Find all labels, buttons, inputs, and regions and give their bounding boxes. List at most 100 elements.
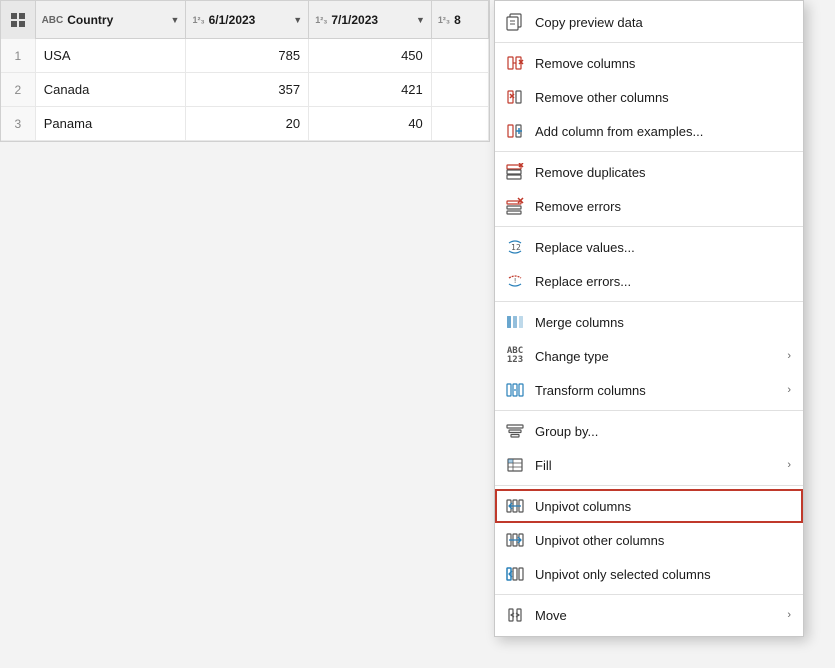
add-col-icon — [505, 121, 525, 141]
table-row: 3 Panama 20 40 — [1, 107, 489, 141]
separator-7 — [495, 594, 803, 595]
abc-icon: ABC — [42, 15, 64, 26]
menu-item-change-type[interactable]: ABC123 Change type › — [495, 339, 803, 373]
date3-type-icon: 1²₃ — [438, 15, 450, 25]
unpivot-selected-icon — [505, 564, 525, 584]
remove-other-columns-label: Remove other columns — [535, 90, 791, 105]
unpivot-cols-icon — [505, 496, 525, 516]
change-type-label: Change type — [535, 349, 777, 364]
add-column-examples-label: Add column from examples... — [535, 124, 791, 139]
date1-col-label: 6/1/2023 — [209, 13, 290, 27]
row-num-1: 1 — [1, 39, 36, 72]
menu-item-unpivot-selected-columns[interactable]: Unpivot only selected columns — [495, 557, 803, 591]
country-cell-2: Canada — [36, 73, 187, 106]
date1-type-icon: 1²₃ — [192, 15, 204, 25]
transform-arrow: › — [787, 384, 791, 396]
date2-dropdown-arrow[interactable]: ▼ — [416, 15, 425, 25]
replace-errors-label: Replace errors... — [535, 274, 791, 289]
fill-icon — [505, 455, 525, 475]
remove-errors-label: Remove errors — [535, 199, 791, 214]
separator-4 — [495, 301, 803, 302]
group-by-icon — [505, 421, 525, 441]
menu-item-replace-errors[interactable]: ! Replace errors... — [495, 264, 803, 298]
menu-item-remove-other-columns[interactable]: Remove other columns — [495, 80, 803, 114]
menu-item-unpivot-columns[interactable]: Unpivot columns — [495, 489, 803, 523]
group-by-label: Group by... — [535, 424, 791, 439]
date1-col-header[interactable]: 1²₃ 6/1/2023 ▼ — [186, 1, 309, 39]
menu-item-unpivot-other-columns[interactable]: Unpivot other columns — [495, 523, 803, 557]
move-icon — [505, 605, 525, 625]
separator-1 — [495, 42, 803, 43]
menu-item-group-by[interactable]: Group by... — [495, 414, 803, 448]
move-label: Move — [535, 608, 777, 623]
menu-item-remove-duplicates[interactable]: Remove duplicates — [495, 155, 803, 189]
menu-item-move[interactable]: Move › — [495, 598, 803, 632]
remove-err-icon — [505, 196, 525, 216]
val3-cell-2 — [432, 73, 489, 106]
table-row: 2 Canada 357 421 — [1, 73, 489, 107]
fill-label: Fill — [535, 458, 777, 473]
unpivot-columns-label: Unpivot columns — [535, 499, 791, 514]
menu-item-add-column-examples[interactable]: Add column from examples... — [495, 114, 803, 148]
data-table: ABC Country ▼ 1²₃ 6/1/2023 ▼ 1²₃ 7/1/202… — [0, 0, 490, 142]
remove-dup-icon — [505, 162, 525, 182]
date2-type-icon: 1²₃ — [315, 15, 327, 25]
menu-item-copy-preview[interactable]: Copy preview data — [495, 5, 803, 39]
country-cell-3: Panama — [36, 107, 187, 140]
grid-icon — [10, 12, 26, 28]
remove-columns-label: Remove columns — [535, 56, 791, 71]
svg-text:!: ! — [513, 277, 517, 285]
fill-arrow: › — [787, 459, 791, 471]
unpivot-selected-columns-label: Unpivot only selected columns — [535, 567, 791, 582]
val2-cell-1: 450 — [309, 39, 432, 72]
context-menu: Copy preview data Remove columns Remove — [494, 0, 804, 637]
date3-col-header[interactable]: 1²₃ 8 — [432, 1, 489, 39]
country-dropdown-arrow[interactable]: ▼ — [171, 15, 180, 25]
separator-2 — [495, 151, 803, 152]
val2-cell-3: 40 — [309, 107, 432, 140]
country-col-label: Country — [67, 13, 166, 27]
val3-cell-3 — [432, 107, 489, 140]
menu-item-merge-columns[interactable]: Merge columns — [495, 305, 803, 339]
remove-cols-icon — [505, 53, 525, 73]
row-num-3: 3 — [1, 107, 36, 140]
change-type-icon: ABC123 — [505, 346, 525, 366]
date2-col-header[interactable]: 1²₃ 7/1/2023 ▼ — [309, 1, 432, 39]
svg-text:2: 2 — [516, 243, 521, 252]
date1-dropdown-arrow[interactable]: ▼ — [293, 15, 302, 25]
copy-icon — [505, 12, 525, 32]
separator-5 — [495, 410, 803, 411]
val1-cell-1: 785 — [186, 39, 309, 72]
menu-item-remove-columns[interactable]: Remove columns — [495, 46, 803, 80]
date3-col-label: 8 — [454, 13, 482, 27]
menu-item-replace-values[interactable]: 1 2 Replace values... — [495, 230, 803, 264]
table-row: 1 USA 785 450 — [1, 39, 489, 73]
row-num-header — [1, 1, 36, 39]
unpivot-other-columns-label: Unpivot other columns — [535, 533, 791, 548]
country-col-header[interactable]: ABC Country ▼ — [36, 1, 187, 39]
remove-other-cols-icon — [505, 87, 525, 107]
menu-item-fill[interactable]: Fill › — [495, 448, 803, 482]
move-arrow: › — [787, 609, 791, 621]
replace-err-icon: ! — [505, 271, 525, 291]
replace-val-icon: 1 2 — [505, 237, 525, 257]
copy-preview-label: Copy preview data — [535, 15, 791, 30]
val1-cell-3: 20 — [186, 107, 309, 140]
change-type-arrow: › — [787, 350, 791, 362]
row-num-2: 2 — [1, 73, 36, 106]
table-header: ABC Country ▼ 1²₃ 6/1/2023 ▼ 1²₃ 7/1/202… — [1, 1, 489, 39]
country-cell-1: USA — [36, 39, 187, 72]
menu-item-transform-columns[interactable]: Transform columns › — [495, 373, 803, 407]
replace-values-label: Replace values... — [535, 240, 791, 255]
transform-columns-label: Transform columns — [535, 383, 777, 398]
val1-cell-2: 357 — [186, 73, 309, 106]
merge-columns-label: Merge columns — [535, 315, 791, 330]
separator-6 — [495, 485, 803, 486]
menu-item-remove-errors[interactable]: Remove errors — [495, 189, 803, 223]
val3-cell-1 — [432, 39, 489, 72]
remove-duplicates-label: Remove duplicates — [535, 165, 791, 180]
separator-3 — [495, 226, 803, 227]
transform-cols-icon — [505, 380, 525, 400]
unpivot-other-icon — [505, 530, 525, 550]
val2-cell-2: 421 — [309, 73, 432, 106]
